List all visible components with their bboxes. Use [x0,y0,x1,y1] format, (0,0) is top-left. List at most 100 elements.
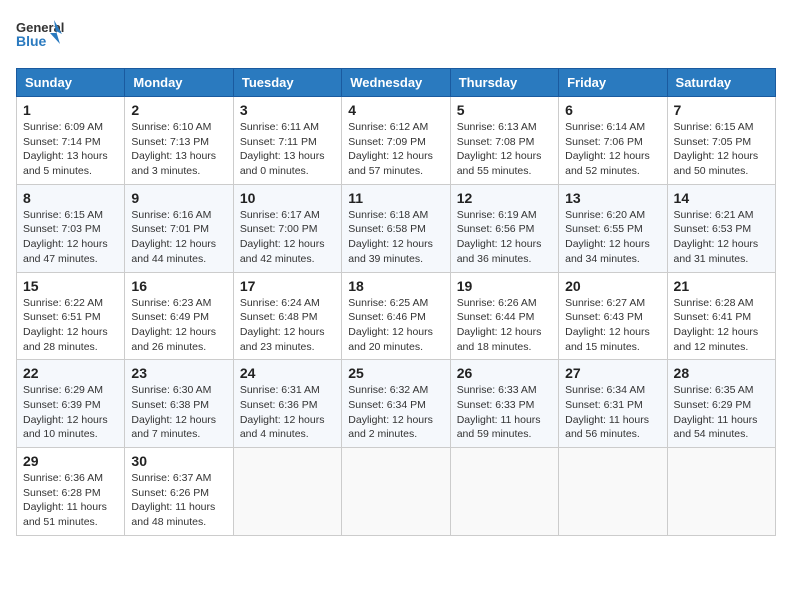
day-number: 8 [23,190,118,206]
day-info: Sunrise: 6:13 AM Sunset: 7:08 PM Dayligh… [457,120,552,179]
logo-svg: GeneralBlue [16,16,66,60]
day-info: Sunrise: 6:17 AM Sunset: 7:00 PM Dayligh… [240,208,335,267]
day-number: 12 [457,190,552,206]
day-number: 13 [565,190,660,206]
day-info: Sunrise: 6:22 AM Sunset: 6:51 PM Dayligh… [23,296,118,355]
calendar-cell: 7Sunrise: 6:15 AM Sunset: 7:05 PM Daylig… [667,97,775,185]
day-info: Sunrise: 6:32 AM Sunset: 6:34 PM Dayligh… [348,383,443,442]
day-info: Sunrise: 6:27 AM Sunset: 6:43 PM Dayligh… [565,296,660,355]
calendar-week-3: 15 Sunrise: 6:22 AM Sunset: 6:51 PM Dayli… [17,272,776,360]
calendar-week-2: 8Sunrise: 6:15 AM Sunset: 7:03 PM Daylig… [17,184,776,272]
calendar-cell: 11 Sunrise: 6:18 AM Sunset: 6:58 PM Dayli… [342,184,450,272]
day-number: 14 [674,190,769,206]
day-info: Sunrise: 6:20 AM Sunset: 6:55 PM Dayligh… [565,208,660,267]
day-number: 11 [348,190,443,206]
calendar-cell: 28 Sunrise: 6:35 AM Sunset: 6:29 PM Dayli… [667,360,775,448]
day-number: 16 [131,278,226,294]
calendar-cell: 25 Sunrise: 6:32 AM Sunset: 6:34 PM Dayli… [342,360,450,448]
calendar-cell: 16 Sunrise: 6:23 AM Sunset: 6:49 PM Dayli… [125,272,233,360]
day-number: 21 [674,278,769,294]
day-info: Sunrise: 6:31 AM Sunset: 6:36 PM Dayligh… [240,383,335,442]
calendar-table: SundayMondayTuesdayWednesdayThursdayFrid… [16,68,776,536]
day-number: 19 [457,278,552,294]
day-number: 5 [457,102,552,118]
day-number: 29 [23,453,118,469]
calendar-cell: 13 Sunrise: 6:20 AM Sunset: 6:55 PM Dayli… [559,184,667,272]
calendar-header-friday: Friday [559,69,667,97]
calendar-cell [233,448,341,536]
day-number: 4 [348,102,443,118]
day-info: Sunrise: 6:24 AM Sunset: 6:48 PM Dayligh… [240,296,335,355]
calendar-cell: 27Sunrise: 6:34 AM Sunset: 6:31 PM Dayli… [559,360,667,448]
day-number: 1 [23,102,118,118]
calendar-cell: 2 Sunrise: 6:10 AM Sunset: 7:13 PM Daylig… [125,97,233,185]
calendar-cell: 4 Sunrise: 6:12 AM Sunset: 7:09 PM Daylig… [342,97,450,185]
calendar-header-monday: Monday [125,69,233,97]
day-number: 25 [348,365,443,381]
calendar-cell: 15 Sunrise: 6:22 AM Sunset: 6:51 PM Dayli… [17,272,125,360]
calendar-cell: 18Sunrise: 6:25 AM Sunset: 6:46 PM Dayli… [342,272,450,360]
day-number: 28 [674,365,769,381]
calendar-cell: 17 Sunrise: 6:24 AM Sunset: 6:48 PM Dayli… [233,272,341,360]
day-info: Sunrise: 6:37 AM Sunset: 6:26 PM Dayligh… [131,471,226,530]
day-info: Sunrise: 6:19 AM Sunset: 6:56 PM Dayligh… [457,208,552,267]
day-number: 2 [131,102,226,118]
calendar-cell [342,448,450,536]
day-info: Sunrise: 6:33 AM Sunset: 6:33 PM Dayligh… [457,383,552,442]
calendar-week-4: 22 Sunrise: 6:29 AM Sunset: 6:39 PM Dayli… [17,360,776,448]
day-number: 30 [131,453,226,469]
day-info: Sunrise: 6:09 AM Sunset: 7:14 PM Dayligh… [23,120,118,179]
calendar-cell: 10 Sunrise: 6:17 AM Sunset: 7:00 PM Dayli… [233,184,341,272]
day-number: 6 [565,102,660,118]
day-number: 22 [23,365,118,381]
calendar-body: 1 Sunrise: 6:09 AM Sunset: 7:14 PM Daylig… [17,97,776,536]
day-info: Sunrise: 6:12 AM Sunset: 7:09 PM Dayligh… [348,120,443,179]
day-info: Sunrise: 6:35 AM Sunset: 6:29 PM Dayligh… [674,383,769,442]
day-info: Sunrise: 6:21 AM Sunset: 6:53 PM Dayligh… [674,208,769,267]
day-info: Sunrise: 6:18 AM Sunset: 6:58 PM Dayligh… [348,208,443,267]
calendar-header-row: SundayMondayTuesdayWednesdayThursdayFrid… [17,69,776,97]
calendar-header-saturday: Saturday [667,69,775,97]
calendar-header-tuesday: Tuesday [233,69,341,97]
day-info: Sunrise: 6:28 AM Sunset: 6:41 PM Dayligh… [674,296,769,355]
day-number: 24 [240,365,335,381]
day-info: Sunrise: 6:26 AM Sunset: 6:44 PM Dayligh… [457,296,552,355]
day-number: 17 [240,278,335,294]
day-info: Sunrise: 6:34 AM Sunset: 6:31 PM Dayligh… [565,383,660,442]
calendar-cell: 14 Sunrise: 6:21 AM Sunset: 6:53 PM Dayli… [667,184,775,272]
day-info: Sunrise: 6:36 AM Sunset: 6:28 PM Dayligh… [23,471,118,530]
calendar-cell: 3Sunrise: 6:11 AM Sunset: 7:11 PM Daylig… [233,97,341,185]
day-number: 20 [565,278,660,294]
day-info: Sunrise: 6:14 AM Sunset: 7:06 PM Dayligh… [565,120,660,179]
day-info: Sunrise: 6:23 AM Sunset: 6:49 PM Dayligh… [131,296,226,355]
calendar-cell: 1 Sunrise: 6:09 AM Sunset: 7:14 PM Daylig… [17,97,125,185]
calendar-cell: 20 Sunrise: 6:27 AM Sunset: 6:43 PM Dayli… [559,272,667,360]
day-number: 26 [457,365,552,381]
day-number: 18 [348,278,443,294]
day-number: 23 [131,365,226,381]
calendar-cell: 12 Sunrise: 6:19 AM Sunset: 6:56 PM Dayli… [450,184,558,272]
calendar-week-1: 1 Sunrise: 6:09 AM Sunset: 7:14 PM Daylig… [17,97,776,185]
calendar-cell: 29 Sunrise: 6:36 AM Sunset: 6:28 PM Dayli… [17,448,125,536]
calendar-cell: 6 Sunrise: 6:14 AM Sunset: 7:06 PM Daylig… [559,97,667,185]
day-number: 10 [240,190,335,206]
calendar-cell: 8Sunrise: 6:15 AM Sunset: 7:03 PM Daylig… [17,184,125,272]
day-number: 15 [23,278,118,294]
calendar-cell: 5 Sunrise: 6:13 AM Sunset: 7:08 PM Daylig… [450,97,558,185]
day-number: 3 [240,102,335,118]
calendar-cell: 23 Sunrise: 6:30 AM Sunset: 6:38 PM Dayli… [125,360,233,448]
calendar-cell [667,448,775,536]
day-number: 7 [674,102,769,118]
calendar-cell: 9Sunrise: 6:16 AM Sunset: 7:01 PM Daylig… [125,184,233,272]
day-info: Sunrise: 6:29 AM Sunset: 6:39 PM Dayligh… [23,383,118,442]
calendar-header-wednesday: Wednesday [342,69,450,97]
calendar-cell: 24 Sunrise: 6:31 AM Sunset: 6:36 PM Dayli… [233,360,341,448]
calendar-cell: 19 Sunrise: 6:26 AM Sunset: 6:44 PM Dayli… [450,272,558,360]
day-number: 9 [131,190,226,206]
calendar-cell: 26 Sunrise: 6:33 AM Sunset: 6:33 PM Dayli… [450,360,558,448]
svg-text:Blue: Blue [16,33,47,49]
page-header: GeneralBlue [16,16,776,60]
day-info: Sunrise: 6:30 AM Sunset: 6:38 PM Dayligh… [131,383,226,442]
calendar-week-5: 29 Sunrise: 6:36 AM Sunset: 6:28 PM Dayli… [17,448,776,536]
day-info: Sunrise: 6:10 AM Sunset: 7:13 PM Dayligh… [131,120,226,179]
